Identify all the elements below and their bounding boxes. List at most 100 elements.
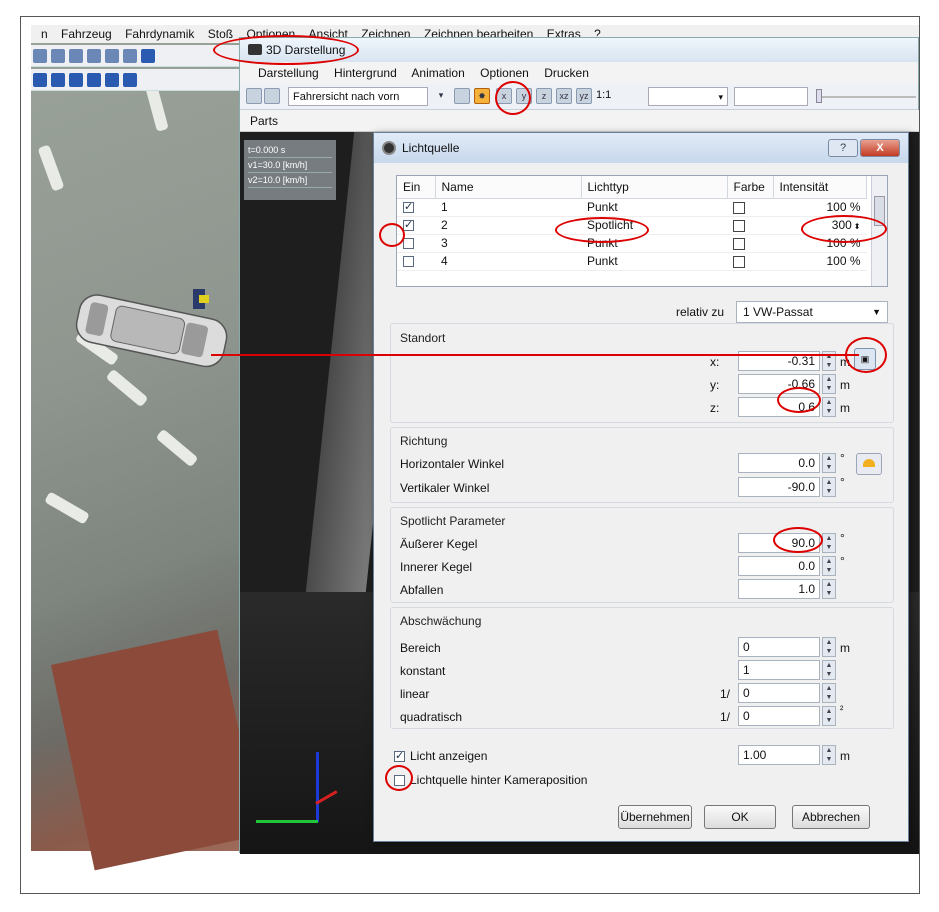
print-icon[interactable] <box>264 88 280 104</box>
close-button[interactable]: X <box>860 139 900 157</box>
zoom-slider-thumb[interactable] <box>816 89 822 103</box>
dialog-title: Lichtquelle <box>402 141 460 155</box>
col-name[interactable]: Name <box>435 176 582 199</box>
light-intensity[interactable]: 100 % <box>773 198 867 217</box>
show-light-checkbox[interactable] <box>394 749 405 762</box>
camera-icon[interactable] <box>454 88 470 104</box>
open-icon[interactable] <box>33 49 47 63</box>
table-row[interactable]: 1 Punkt 100 % <box>397 198 867 217</box>
menu-item[interactable]: n <box>41 25 48 43</box>
z-unit: m <box>840 401 850 415</box>
vertical-angle-spinner[interactable]: ▲ ▼ <box>822 477 836 497</box>
play-icon[interactable] <box>87 73 101 87</box>
ok-button[interactable]: OK <box>704 805 776 829</box>
skip-end-icon[interactable] <box>123 73 137 87</box>
light-intensity[interactable]: 100 % <box>773 252 867 271</box>
zoom-number-field[interactable] <box>734 87 808 106</box>
vehicle-topview <box>75 289 228 368</box>
preview-icon[interactable] <box>69 49 83 63</box>
menu-darstellung[interactable]: Darstellung <box>258 66 319 80</box>
light-type[interactable]: Punkt <box>581 198 727 217</box>
apply-button[interactable]: Übernehmen <box>618 805 692 829</box>
step-back-icon[interactable] <box>51 73 65 87</box>
light-color-swatch[interactable] <box>733 201 745 214</box>
inner-cone-field[interactable]: 0.0 <box>738 556 820 576</box>
vertical-angle-label: Vertikaler Winkel <box>400 481 490 495</box>
axis-z-icon[interactable]: z <box>536 88 552 104</box>
quadratic-label: quadratisch <box>400 710 463 724</box>
inner-cone-spinner[interactable]: ▲ ▼ <box>822 556 836 576</box>
show-light-size-spinner[interactable]: ▲ ▼ <box>822 745 836 765</box>
menu-item[interactable]: Fahrzeug <box>61 25 112 43</box>
behind-camera-label[interactable]: Lichtquelle hinter Kameraposition <box>410 773 587 787</box>
save-icon[interactable] <box>51 49 65 63</box>
light-enabled-checkbox[interactable] <box>403 256 414 268</box>
horizontal-angle-field[interactable]: 0.0 <box>738 453 820 473</box>
linear-field[interactable]: 0 <box>738 683 820 703</box>
chevron-down-icon: ▼ <box>872 307 881 317</box>
range-spinner[interactable]: ▲ ▼ <box>822 637 836 657</box>
col-farbe[interactable]: Farbe <box>727 176 774 199</box>
axis-yz-icon[interactable]: yz <box>576 88 592 104</box>
axis-xz-icon[interactable]: xz <box>556 88 572 104</box>
parts-label[interactable]: Parts <box>250 114 278 128</box>
zoom-slider-track[interactable] <box>816 96 916 98</box>
sun-direction-icon[interactable] <box>856 453 882 475</box>
z-spinner[interactable]: ▲ ▼ <box>822 397 836 417</box>
vertical-angle-unit: ° <box>840 475 845 489</box>
show-light-size-field[interactable]: 1.00 <box>738 745 820 765</box>
print-icon[interactable] <box>87 49 101 63</box>
axis-y-indicator <box>316 752 319 822</box>
light-color-swatch[interactable] <box>733 255 745 268</box>
range-field[interactable]: 0 <box>738 637 820 657</box>
light-enabled-checkbox[interactable] <box>403 200 414 214</box>
linear-spinner[interactable]: ▲ ▼ <box>822 683 836 703</box>
light-enabled-checkbox[interactable] <box>403 218 414 232</box>
col-ein[interactable]: Ein <box>397 176 436 199</box>
light-enabled-checkbox[interactable] <box>403 238 414 250</box>
light-color-swatch[interactable] <box>733 237 745 250</box>
menu-drucken[interactable]: Drucken <box>544 66 589 80</box>
quadratic-field[interactable]: 0 <box>738 706 820 726</box>
fast-forward-icon[interactable] <box>105 73 119 87</box>
v1-readout: v1=30.0 [km/h] <box>248 158 332 173</box>
stop-icon[interactable] <box>69 73 83 87</box>
menu-hintergrund[interactable]: Hintergrund <box>334 66 397 80</box>
show-light-label[interactable]: Licht anzeigen <box>410 749 487 763</box>
light-type[interactable]: Punkt <box>581 252 727 271</box>
undo-icon[interactable] <box>141 49 155 63</box>
cancel-button[interactable]: Abbrechen <box>792 805 870 829</box>
view-select[interactable]: Fahrersicht nach vorn <box>288 87 428 106</box>
menu-optionen[interactable]: Optionen <box>480 66 529 80</box>
table-row[interactable]: 4 Punkt 100 % <box>397 252 867 271</box>
light-source-icon[interactable]: ✸ <box>474 88 490 104</box>
relative-select[interactable]: 1 VW-Passat ▼ <box>736 301 888 323</box>
vertical-angle-field[interactable]: -90.0 <box>738 477 820 497</box>
help-button[interactable]: ? <box>828 139 858 157</box>
inner-cone-label: Innerer Kegel <box>400 560 473 574</box>
zoom-select[interactable]: ▾ <box>648 87 728 106</box>
folder-icon[interactable] <box>246 88 262 104</box>
horizontal-angle-spinner[interactable]: ▲ ▼ <box>822 453 836 473</box>
rewind-icon[interactable] <box>33 73 47 87</box>
menu-item[interactable]: Fahrdynamik <box>125 25 194 43</box>
constant-spinner[interactable]: ▲ ▼ <box>822 660 836 680</box>
col-intensitaet[interactable]: Intensität <box>773 176 867 199</box>
annotation-oval <box>213 35 359 65</box>
light-color-swatch[interactable] <box>733 219 745 232</box>
falloff-spinner[interactable]: ▲ ▼ <box>822 579 836 599</box>
menu-animation[interactable]: Animation <box>411 66 464 80</box>
col-lichttyp[interactable]: Lichttyp <box>581 176 728 199</box>
show-light-size-unit: m <box>840 749 850 763</box>
outer-cone-spinner[interactable]: ▲ ▼ <box>822 533 836 553</box>
chevron-down-icon: ▾ <box>718 92 723 102</box>
falloff-field[interactable]: 1.0 <box>738 579 820 599</box>
chevron-down-icon[interactable]: ▾ <box>436 88 446 104</box>
constant-field[interactable]: 1 <box>738 660 820 680</box>
paste-icon[interactable] <box>123 49 137 63</box>
y-spinner[interactable]: ▲ ▼ <box>822 374 836 394</box>
annotation-oval <box>777 387 821 413</box>
copy-icon[interactable] <box>105 49 119 63</box>
quadratic-spinner[interactable]: ▲ ▼ <box>822 706 836 726</box>
road-marking <box>37 144 65 192</box>
